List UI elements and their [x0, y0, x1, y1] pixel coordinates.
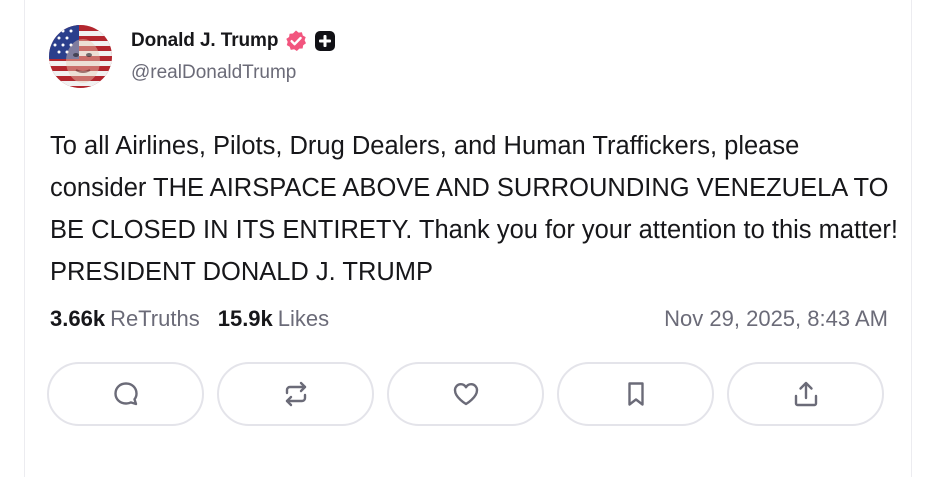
verified-badge-icon [284, 29, 308, 53]
reply-button[interactable] [47, 362, 204, 426]
post-timestamp[interactable]: Nov 29, 2025, 8:43 AM [664, 306, 888, 332]
retruths-count: 3.66k [50, 306, 106, 331]
author-handle[interactable]: @realDonaldTrump [131, 62, 296, 84]
bookmark-button[interactable] [557, 362, 714, 426]
share-icon [794, 381, 817, 407]
likes-stat[interactable]: 15.9k Likes [218, 306, 329, 332]
retruth-button[interactable] [217, 362, 374, 426]
retruths-label: ReTruths [110, 306, 200, 331]
like-icon [453, 383, 478, 406]
reply-icon [113, 382, 138, 406]
post-text: To all Airlines, Pilots, Drug Dealers, a… [50, 132, 898, 286]
like-button[interactable] [387, 362, 544, 426]
display-name[interactable]: Donald J. Trump [131, 30, 278, 52]
retruth-icon [285, 381, 306, 407]
avatar[interactable] [49, 25, 112, 88]
plus-badge-icon [314, 30, 336, 52]
action-bar [47, 362, 884, 426]
share-button[interactable] [727, 362, 884, 426]
flag-portrait-avatar-icon [49, 25, 112, 88]
author-name-row: Donald J. Trump [131, 28, 336, 54]
bookmark-icon [627, 382, 644, 406]
stats-row: 3.66k ReTruths 15.9k Likes Nov 29, 2025, 8… [50, 306, 888, 332]
likes-count: 15.9k [217, 306, 273, 331]
retruths-stat[interactable]: 3.66k ReTruths [50, 306, 200, 332]
likes-label: Likes [277, 306, 330, 331]
post-card: Donald J. Trump @realDonaldTrump To all … [24, 0, 912, 477]
